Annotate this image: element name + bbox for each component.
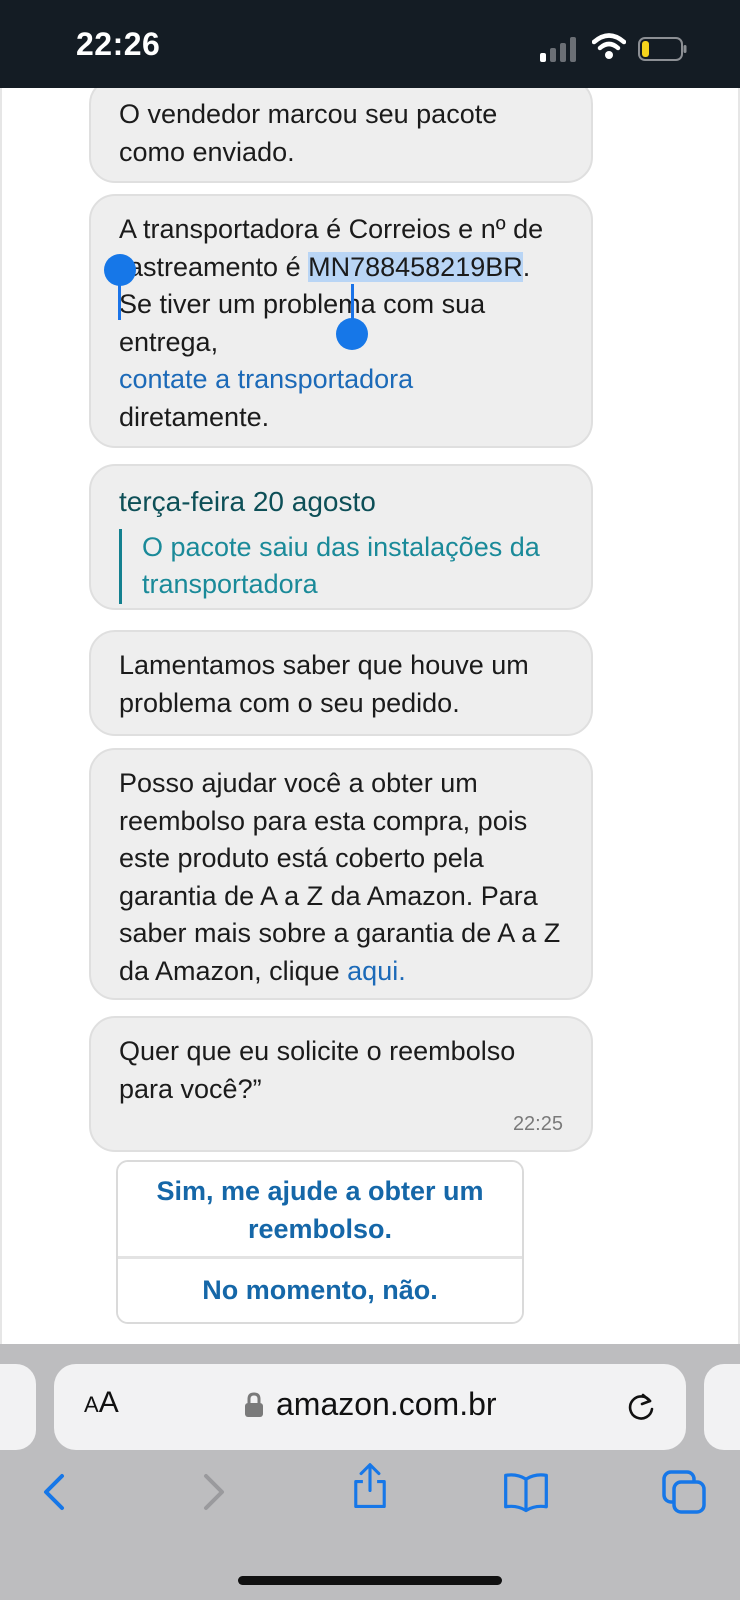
chat-message-sorry: Lamentamos saber que houve um problema c… bbox=[89, 630, 593, 736]
chat-page: O vendedor marcou seu pacote como enviad… bbox=[0, 88, 740, 1344]
quick-reply-not-now[interactable]: No momento, não. bbox=[118, 1256, 522, 1322]
message-text: Posso ajudar você a obter um reembolso p… bbox=[119, 765, 563, 990]
tracking-number-selected[interactable]: MN788458219BR bbox=[308, 251, 523, 282]
previous-tab-pill[interactable] bbox=[0, 1364, 36, 1450]
wifi-icon bbox=[592, 33, 626, 59]
chat-message-refund-offer: Posso ajudar você a obter um reembolso p… bbox=[89, 748, 593, 1000]
tabs-icon[interactable] bbox=[660, 1468, 708, 1516]
quick-reply-yes-refund[interactable]: Sim, me ajude a obter um reembolso. bbox=[118, 1162, 522, 1256]
status-time: 22:26 bbox=[76, 26, 161, 62]
message-text: Quer que eu solicite o reembolso para vo… bbox=[119, 1036, 516, 1104]
message-timestamp: 22:25 bbox=[512, 1113, 563, 1135]
update-status: O pacote saiu das instalações da transpo… bbox=[119, 528, 563, 604]
chat-message-shipped: O vendedor marcou seu pacote como enviad… bbox=[89, 88, 593, 183]
bookmarks-icon[interactable] bbox=[502, 1468, 550, 1516]
a-to-z-guarantee-link[interactable]: aqui. bbox=[347, 956, 406, 986]
status-bar: 22:26 bbox=[0, 0, 740, 88]
lock-icon bbox=[245, 1392, 263, 1417]
message-text: Lamentamos saber que houve um problema c… bbox=[119, 650, 529, 718]
back-arrow-icon[interactable] bbox=[30, 1468, 78, 1516]
selection-end-handle[interactable] bbox=[336, 318, 368, 350]
selection-end-caret bbox=[351, 284, 354, 320]
forward-arrow-icon[interactable] bbox=[190, 1468, 238, 1516]
reload-icon[interactable] bbox=[626, 1392, 656, 1422]
address-bar[interactable]: AA amazon.com.br bbox=[54, 1364, 686, 1450]
cellular-signal-icon bbox=[540, 36, 580, 62]
message-text: O vendedor marcou seu pacote como enviad… bbox=[119, 99, 498, 167]
selection-start-caret bbox=[118, 284, 121, 320]
home-indicator bbox=[238, 1576, 502, 1585]
update-date: terça-feira 20 agosto bbox=[119, 486, 376, 517]
safari-bottom-bar: AA amazon.com.br bbox=[0, 1344, 740, 1600]
reader-settings-button[interactable]: AA bbox=[84, 1386, 119, 1420]
selection-start-handle[interactable] bbox=[104, 254, 136, 286]
quick-replies: Sim, me ajude a obter um reembolso. No m… bbox=[116, 1160, 524, 1324]
next-tab-pill[interactable] bbox=[704, 1364, 740, 1450]
battery-icon bbox=[638, 37, 687, 61]
url-text: amazon.com.br bbox=[276, 1386, 497, 1422]
share-icon[interactable] bbox=[346, 1462, 394, 1510]
contact-carrier-link[interactable]: contate a transportadora bbox=[119, 364, 413, 394]
chat-message-carrier-update: terça-feira 20 agosto O pacote saiu das … bbox=[89, 464, 593, 610]
chat-message-refund-question: Quer que eu solicite o reembolso para vo… bbox=[89, 1016, 593, 1152]
refund-offer-text: Posso ajudar você a obter um reembolso p… bbox=[119, 768, 561, 986]
tracking-end-text: diretamente. bbox=[119, 401, 270, 432]
